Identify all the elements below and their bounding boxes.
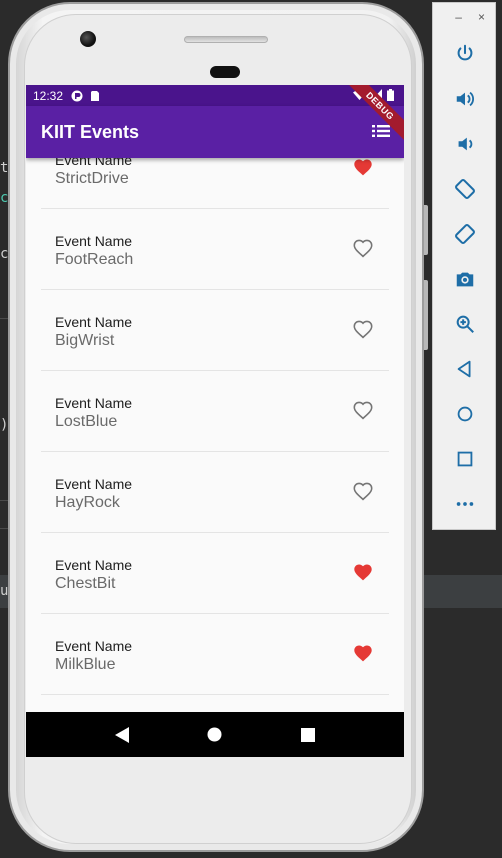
close-button[interactable]: × [478, 10, 485, 24]
overview-icon [457, 451, 473, 466]
screenshot-button[interactable] [433, 256, 497, 301]
volume-up-button[interactable] [433, 76, 497, 121]
overview-square-icon [300, 727, 315, 742]
front-camera [80, 31, 96, 47]
more-options-button[interactable] [433, 481, 497, 526]
emulator-overview-button[interactable] [433, 436, 497, 481]
favorite-filled-heart-icon[interactable] [353, 644, 373, 663]
back-button[interactable] [114, 726, 130, 743]
power-icon [457, 44, 473, 60]
minimize-button[interactable]: – [455, 10, 462, 24]
sd-card-icon [91, 90, 100, 101]
event-list-item[interactable]: Event Name FootReach [41, 209, 389, 290]
emulator-window-controls: – × [433, 3, 495, 31]
volume-up-icon [456, 91, 474, 106]
event-label: Event Name [55, 476, 133, 492]
zoom-button[interactable] [433, 301, 497, 346]
favorite-outline-heart-icon[interactable] [353, 239, 373, 258]
status-time: 12:32 [33, 88, 64, 103]
volume-down-icon [458, 137, 473, 150]
favorite-filled-heart-icon[interactable] [353, 563, 373, 582]
event-list-item[interactable]: Event Name MilkBlue [41, 614, 389, 695]
volume-down-button[interactable] [433, 121, 497, 166]
rotate-right-button[interactable] [433, 211, 497, 256]
emulator-back-button[interactable] [433, 346, 497, 391]
home-circle-icon [207, 727, 222, 742]
side-button [424, 280, 428, 350]
favorite-outline-heart-icon[interactable] [353, 482, 373, 501]
event-name: LostBlue [55, 413, 118, 430]
event-name: FootReach [55, 251, 134, 268]
event-label: Event Name [55, 638, 133, 654]
event-list-item[interactable]: Event Name BigWrist [41, 290, 389, 371]
list-menu-icon[interactable] [372, 124, 390, 138]
earpiece [184, 36, 268, 43]
speaker [210, 66, 240, 78]
overview-button[interactable] [300, 727, 316, 743]
zoom-icon [456, 315, 474, 333]
app-title: KIIT Events [41, 121, 140, 142]
home-icon [457, 406, 473, 421]
event-list-content: Event Name StrictDrive Event Name FootReach… [26, 158, 404, 695]
status-bar: 12:32 [26, 85, 404, 106]
side-button [424, 205, 428, 255]
navigation-bar [26, 712, 404, 757]
event-label: Event Name [55, 233, 133, 249]
camera-icon [456, 272, 474, 286]
app-bar: KIIT Events [26, 106, 404, 158]
event-list-item[interactable]: Event Name ChestBit [41, 533, 389, 614]
battery-icon [387, 89, 394, 101]
event-label: Event Name [55, 314, 133, 330]
favorite-outline-heart-icon[interactable] [353, 320, 373, 339]
app-notification-icon [71, 90, 83, 101]
emulator-toolbar: – × [432, 2, 496, 530]
rotate-right-icon [455, 223, 475, 244]
device-screen: 12:32 KIIT Events DEBUG Event Name Stric… [26, 85, 404, 757]
event-label: Event Name [55, 557, 133, 573]
event-name: HayRock [55, 494, 120, 511]
event-name: StrictDrive [55, 170, 129, 187]
more-icon [456, 501, 474, 506]
favorite-outline-heart-icon[interactable] [353, 401, 373, 420]
home-button[interactable] [207, 727, 223, 743]
back-triangle-icon [115, 726, 130, 743]
event-name: MilkBlue [55, 656, 116, 673]
rotate-left-button[interactable] [433, 166, 497, 211]
event-list-item[interactable]: Event Name HayRock [41, 452, 389, 533]
back-icon [457, 360, 471, 377]
power-button[interactable] [433, 31, 497, 76]
event-label: Event Name [55, 395, 133, 411]
event-name: ChestBit [55, 575, 116, 592]
favorite-filled-heart-icon[interactable] [353, 158, 373, 177]
event-list[interactable]: Event Name StrictDrive Event Name FootReach… [26, 158, 404, 712]
event-label: Event Name [55, 158, 133, 168]
event-list-item[interactable]: Event Name LostBlue [41, 371, 389, 452]
event-name: BigWrist [55, 332, 115, 349]
emulator-home-button[interactable] [433, 391, 497, 436]
rotate-left-icon [455, 178, 475, 199]
event-list-item[interactable]: Event Name StrictDrive [41, 158, 389, 209]
